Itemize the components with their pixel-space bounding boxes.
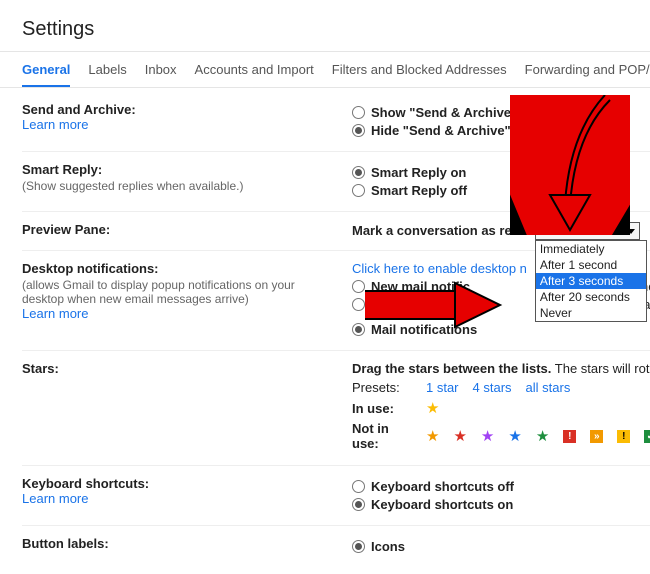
button-labels-label: Button labels: <box>22 536 332 551</box>
preset-1star[interactable]: 1 star <box>426 380 459 395</box>
radio-icon <box>352 280 365 293</box>
smart-reply-label: Smart Reply: <box>22 162 332 177</box>
settings-tabs: General Labels Inbox Accounts and Import… <box>0 52 650 87</box>
radio-icon <box>352 498 365 511</box>
preview-pane-label: Preview Pane: <box>22 222 332 237</box>
send-archive-label: Send and Archive: <box>22 102 332 117</box>
mark-read-dropdown[interactable]: After 3 seconds <box>535 222 640 240</box>
presets-label: Presets: <box>352 380 412 395</box>
radio-icon <box>352 298 365 311</box>
new-mail-text: New mail notific <box>371 279 470 294</box>
mark-read-dropdown-list: Immediately After 1 second After 3 secon… <box>535 240 647 322</box>
send-archive-hide-radio[interactable]: Hide "Send & Archive" button in rep <box>352 123 650 138</box>
section-send-archive: Send and Archive: Learn more Show "Send … <box>22 92 650 152</box>
keyboard-off-radio[interactable]: Keyboard shortcuts off <box>352 479 650 494</box>
dropdown-item-never[interactable]: Never <box>536 305 646 321</box>
star-icon-blue[interactable]: ★ <box>508 427 521 445</box>
star-icon-purple[interactable]: ★ <box>481 427 494 445</box>
tab-accounts[interactable]: Accounts and Import <box>195 62 314 87</box>
send-archive-show-text: Show "Send & Archive" button in re <box>371 105 592 120</box>
smart-reply-off-text: Smart Reply off <box>371 183 467 198</box>
desktop-notifications-label: Desktop notifications: <box>22 261 332 276</box>
tab-general[interactable]: General <box>22 62 70 87</box>
mail-off-text: Mail notifications <box>371 322 477 337</box>
section-keyboard: Keyboard shortcuts: Learn more Keyboard … <box>22 466 650 526</box>
smart-reply-off-radio[interactable]: Smart Reply off <box>352 183 650 198</box>
smart-reply-desc: (Show suggested replies when available.) <box>22 179 322 193</box>
radio-icon <box>352 166 365 179</box>
mail-off-radio[interactable]: Mail notifications <box>352 322 650 337</box>
button-labels-icons-radio[interactable]: Icons <box>352 539 650 554</box>
section-smart-reply: Smart Reply: (Show suggested replies whe… <box>22 152 650 212</box>
desktop-notifications-desc: (allows Gmail to display popup notificat… <box>22 278 322 306</box>
dropdown-item-immediately[interactable]: Immediately <box>536 241 646 257</box>
inuse-label: In use: <box>352 401 412 416</box>
smart-reply-on-radio[interactable]: Smart Reply on <box>352 165 650 180</box>
tab-forwarding[interactable]: Forwarding and POP/ <box>525 62 650 87</box>
notuse-label: Not in use: <box>352 421 412 451</box>
enable-desktop-link[interactable]: Click here to enable desktop n <box>352 261 527 276</box>
stars-drag-text: Drag the stars between the lists. <box>352 361 551 376</box>
star-icon-orange[interactable]: ★ <box>426 427 439 445</box>
radio-icon <box>352 106 365 119</box>
dropdown-item-20sec[interactable]: After 20 seconds <box>536 289 646 305</box>
button-labels-icons-text: Icons <box>371 539 405 554</box>
section-preview-pane: Preview Pane: Mark a conversation as rea… <box>22 212 650 251</box>
preset-4stars[interactable]: 4 stars <box>473 380 512 395</box>
section-stars: Stars: Drag the stars between the lists.… <box>22 351 650 466</box>
section-button-labels: Button labels: Icons <box>22 526 650 567</box>
page-title: Settings <box>0 0 650 51</box>
keyboard-on-text: Keyboard shortcuts on <box>371 497 513 512</box>
star-icon-yellow[interactable]: ★ <box>426 399 439 417</box>
radio-icon <box>352 184 365 197</box>
send-archive-learn-link[interactable]: Learn more <box>22 117 332 132</box>
radio-icon <box>352 124 365 137</box>
preset-allstars[interactable]: all stars <box>526 380 571 395</box>
star-icon-green[interactable]: ★ <box>536 427 549 445</box>
send-archive-show-radio[interactable]: Show "Send & Archive" button in re <box>352 105 650 120</box>
smart-reply-on-text: Smart Reply on <box>371 165 466 180</box>
keyboard-learn-link[interactable]: Learn more <box>22 491 332 506</box>
settings-content: Send and Archive: Learn more Show "Send … <box>0 88 650 567</box>
stars-rotate-text: The stars will rotate in the o <box>555 361 650 376</box>
stars-label: Stars: <box>22 361 332 376</box>
dropdown-item-1sec[interactable]: After 1 second <box>536 257 646 273</box>
label-icon-green-check[interactable]: ✓ <box>644 430 650 443</box>
keyboard-on-radio[interactable]: Keyboard shortcuts on <box>352 497 650 512</box>
dropdown-item-3sec[interactable]: After 3 seconds <box>536 273 646 289</box>
radio-icon <box>352 540 365 553</box>
radio-icon <box>352 323 365 336</box>
radio-icon <box>352 480 365 493</box>
label-icon-orange-arrows[interactable]: » <box>590 430 603 443</box>
tab-labels[interactable]: Labels <box>88 62 126 87</box>
tab-inbox[interactable]: Inbox <box>145 62 177 87</box>
keyboard-label: Keyboard shortcuts: <box>22 476 332 491</box>
star-icon-red[interactable]: ★ <box>453 427 466 445</box>
tab-filters[interactable]: Filters and Blocked Addresses <box>332 62 507 87</box>
send-archive-hide-text: Hide "Send & Archive" button in rep <box>371 123 594 138</box>
label-icon-red-bang[interactable]: ! <box>563 430 576 443</box>
keyboard-off-text: Keyboard shortcuts off <box>371 479 514 494</box>
label-icon-yellow-bang[interactable]: ! <box>617 430 630 443</box>
important-mail-text: Import <box>371 297 411 312</box>
desktop-notifications-learn-link[interactable]: Learn more <box>22 306 332 321</box>
mark-read-label: Mark a conversation as read: <box>352 223 531 238</box>
